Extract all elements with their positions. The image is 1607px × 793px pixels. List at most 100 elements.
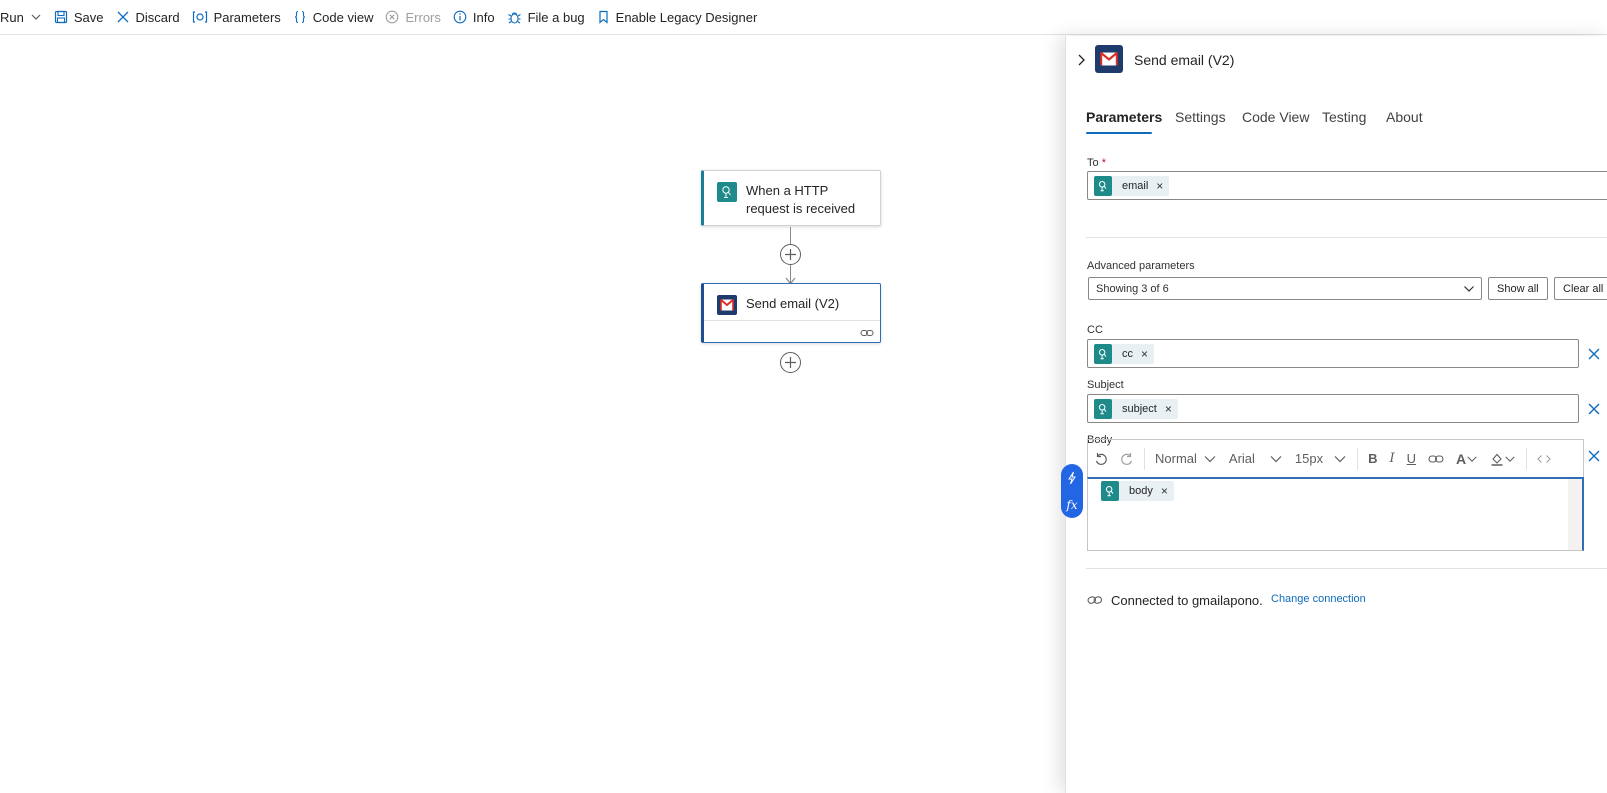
tab-code-view[interactable]: Code View — [1242, 109, 1309, 125]
insert-link-button[interactable] — [1422, 440, 1450, 478]
designer-canvas[interactable]: When a HTTP request is received Send ema… — [0, 36, 1065, 793]
run-button[interactable]: Run — [0, 0, 48, 35]
body-token-label: body — [1129, 485, 1153, 497]
font-color-dropdown[interactable]: A — [1450, 440, 1484, 478]
tab-parameters[interactable]: Parameters — [1086, 109, 1162, 125]
close-icon — [117, 11, 128, 23]
action-details-panel: Send email (V2) Parameters Settings Code… — [1061, 36, 1607, 793]
editor-scrollbar[interactable] — [1568, 479, 1582, 550]
font-size-value: 15px — [1294, 451, 1324, 466]
remove-token-button[interactable]: × — [1165, 402, 1178, 416]
chevron-down-icon — [1204, 455, 1216, 462]
highlight-icon — [1491, 453, 1503, 466]
font-color-glyph: A — [1456, 450, 1467, 467]
errors-label: Errors — [405, 9, 441, 25]
toolbar-separator — [1526, 447, 1528, 470]
remove-token-button[interactable]: × — [1161, 484, 1174, 498]
http-request-icon — [717, 182, 737, 202]
gmail-icon — [1095, 45, 1123, 73]
send-email-node-title: Send email (V2) — [746, 296, 840, 311]
show-all-button[interactable]: Show all — [1488, 277, 1548, 300]
chevron-right-icon[interactable] — [1075, 53, 1087, 67]
parameters-icon — [192, 11, 207, 23]
redo-button[interactable] — [1114, 440, 1140, 478]
chevron-down-icon — [1464, 286, 1474, 292]
parameters-label: Parameters — [213, 9, 281, 25]
chevron-down-icon — [1467, 455, 1477, 462]
font-size-dropdown[interactable]: 15px — [1289, 440, 1353, 478]
save-label: Save — [73, 9, 104, 25]
save-icon — [54, 10, 67, 24]
legacy-designer-button[interactable]: Enable Legacy Designer — [591, 0, 764, 35]
advanced-parameters-dropdown[interactable]: Showing 3 of 6 — [1088, 277, 1482, 300]
chevron-down-icon — [1505, 455, 1515, 462]
discard-label: Discard — [135, 9, 180, 25]
code-view-button[interactable]: Code view — [287, 0, 380, 35]
body-editor[interactable]: body × — [1087, 477, 1584, 551]
info-button[interactable]: Info — [447, 0, 501, 35]
http-request-icon — [1094, 398, 1112, 419]
cc-field[interactable]: cc × — [1087, 339, 1579, 368]
add-step-button[interactable] — [780, 244, 801, 265]
italic-button[interactable]: I — [1384, 440, 1401, 478]
add-next-step-button[interactable] — [780, 352, 801, 373]
tab-settings[interactable]: Settings — [1175, 109, 1226, 125]
trigger-node[interactable]: When a HTTP request is received — [701, 170, 881, 226]
block-style-dropdown[interactable]: Normal — [1149, 440, 1223, 478]
highlight-color-dropdown[interactable] — [1484, 440, 1522, 478]
to-field[interactable]: email × — [1087, 171, 1607, 200]
cc-label: CC — [1087, 324, 1103, 336]
block-style-value: Normal — [1155, 451, 1197, 466]
font-family-value: Arial — [1228, 451, 1255, 466]
remove-token-button[interactable]: × — [1141, 347, 1154, 361]
underline-button[interactable]: U — [1401, 440, 1422, 478]
chevron-down-icon — [1270, 455, 1282, 462]
file-bug-button[interactable]: File a bug — [501, 0, 591, 35]
body-token: body × — [1101, 481, 1174, 501]
http-request-icon — [1101, 481, 1119, 501]
connection-link-icon — [1087, 596, 1103, 604]
required-marker: * — [1101, 157, 1106, 169]
undo-icon — [1095, 452, 1107, 465]
tab-about[interactable]: About — [1386, 109, 1423, 125]
errors-button[interactable]: Errors — [379, 0, 446, 35]
section-divider — [1086, 568, 1607, 569]
undo-button[interactable] — [1088, 440, 1114, 478]
discard-button[interactable]: Discard — [110, 0, 186, 35]
parameters-button[interactable]: Parameters — [186, 0, 287, 35]
top-toolbar: Run Save Discard Parameters Code view Er… — [0, 0, 1607, 35]
subject-token-label: subject — [1122, 402, 1157, 415]
toolbar-separator — [1144, 447, 1145, 470]
code-icon — [1537, 454, 1551, 463]
tab-testing[interactable]: Testing — [1322, 109, 1366, 125]
file-bug-label: File a bug — [527, 9, 585, 25]
cc-token-label: cc — [1122, 347, 1133, 360]
lightning-icon — [1068, 471, 1076, 484]
remove-body-icon[interactable] — [1587, 449, 1601, 463]
bookmark-icon — [599, 10, 608, 24]
chevron-down-icon — [1334, 455, 1346, 462]
code-toggle-button[interactable] — [1531, 440, 1557, 478]
remove-subject-icon[interactable] — [1587, 402, 1601, 416]
error-circle-icon — [386, 10, 399, 24]
remove-token-button[interactable]: × — [1156, 179, 1169, 193]
font-family-dropdown[interactable]: Arial — [1223, 440, 1289, 478]
to-label: To * — [1087, 157, 1106, 169]
braces-icon — [294, 10, 305, 24]
dynamic-content-pill[interactable]: fx — [1061, 464, 1083, 518]
subject-field[interactable]: subject × — [1087, 394, 1579, 423]
remove-cc-icon[interactable] — [1587, 347, 1601, 361]
send-email-node[interactable]: Send email (V2) — [701, 283, 881, 343]
expression-fx-icon: fx — [1066, 497, 1078, 512]
change-connection-link[interactable]: Change connection — [1271, 593, 1366, 605]
trigger-node-title: When a HTTP request is received — [746, 183, 856, 216]
link-icon — [860, 330, 874, 336]
save-button[interactable]: Save — [48, 0, 110, 35]
clear-all-button[interactable]: Clear all — [1554, 277, 1607, 300]
email-token-label: email — [1122, 179, 1149, 192]
to-label-text: To — [1087, 157, 1099, 169]
subject-label: Subject — [1087, 379, 1124, 391]
node-divider — [704, 320, 880, 321]
bold-button[interactable]: B — [1362, 440, 1383, 478]
plus-icon — [785, 357, 796, 368]
